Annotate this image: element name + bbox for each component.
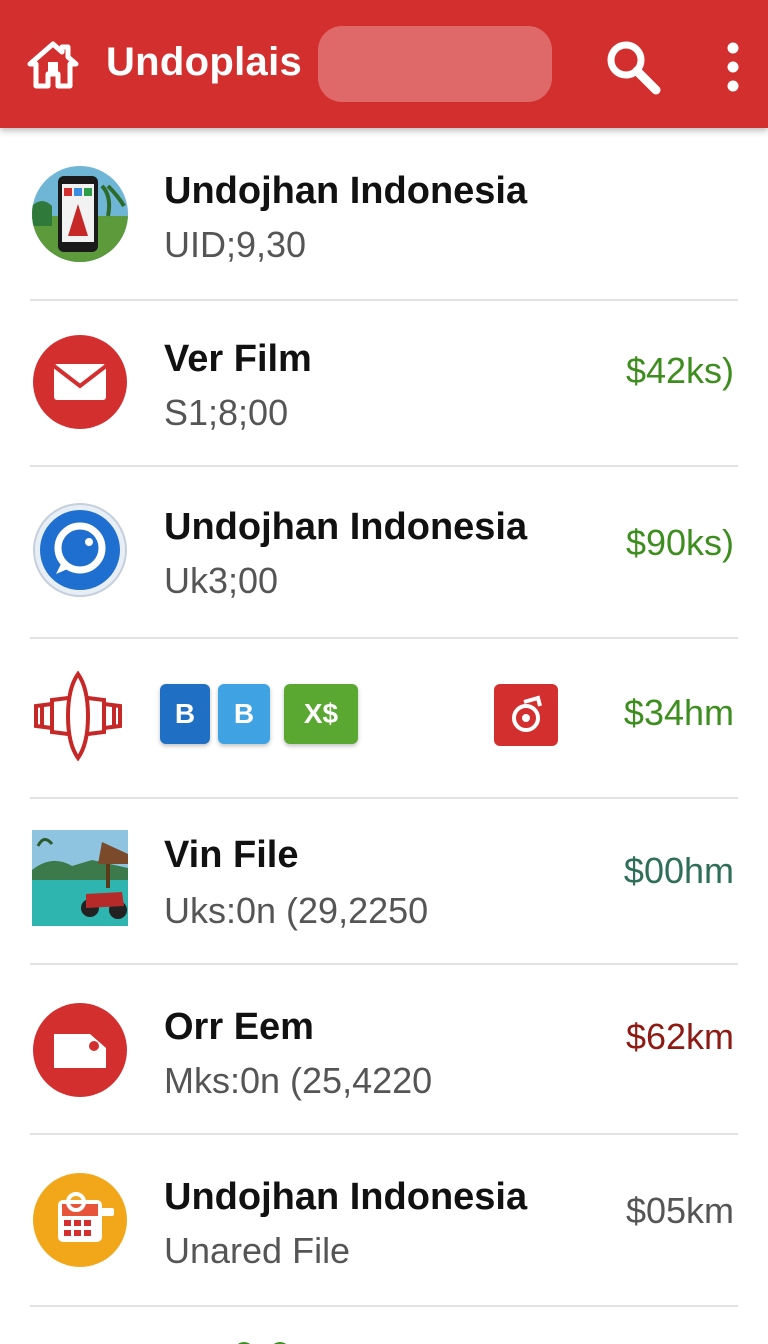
search-field[interactable] <box>318 26 552 102</box>
chip-xs[interactable]: X$ <box>284 684 358 744</box>
app-bar: Undoplais <box>0 0 768 128</box>
item-title: Ver Film <box>164 338 312 380</box>
list-item[interactable]: Undojhan Indonesia Uk3;00 $90ks) <box>0 466 768 638</box>
calendar-icon <box>33 1173 127 1267</box>
share-icon[interactable] <box>494 684 558 746</box>
item-title: Undojhan Indonesia <box>164 170 528 212</box>
mail-icon <box>33 335 127 429</box>
search-icon[interactable] <box>604 38 662 96</box>
item-subtitle: Uks:0n (29,2250 <box>164 890 429 931</box>
list-item[interactable]: Undojhan Indonesia UID;9,30 <box>0 128 768 300</box>
phone-photo-icon <box>32 166 128 262</box>
item-title: Orr Eem <box>164 1006 314 1048</box>
beach-photo-icon <box>32 830 128 926</box>
ribbon-icon <box>34 670 122 762</box>
partial-icon <box>238 1342 286 1344</box>
tag-icon <box>33 1003 127 1097</box>
item-subtitle: S1;8;00 <box>164 392 289 433</box>
list-item[interactable]: Vin File Uks:0n (29,2250 $00hm <box>0 798 768 964</box>
item-subtitle: UID;9,30 <box>164 224 307 265</box>
list-item[interactable]: Orr Eem Mks:0n (25,4220 $62km <box>0 964 768 1134</box>
item-amount: $62km <box>625 1016 734 1057</box>
list-item[interactable]: B B X$ $34hm <box>0 638 768 798</box>
chat-bubble-icon <box>33 503 127 597</box>
list-item[interactable]: Undojhan Indonesia Unared File $05km <box>0 1134 768 1306</box>
home-icon[interactable] <box>26 38 80 92</box>
list-item[interactable]: Ver Film S1;8;00 $42ks) <box>0 300 768 466</box>
item-subtitle: Unared File <box>164 1230 351 1271</box>
item-subtitle: Uk3;00 <box>164 560 279 601</box>
item-amount: $42ks) <box>625 350 734 391</box>
item-title: Undojhan Indonesia <box>164 1176 528 1218</box>
item-title: Vin File <box>164 834 299 876</box>
item-amount: $34hm <box>623 692 734 733</box>
more-vert-icon[interactable] <box>718 40 748 94</box>
app-title: Undoplais <box>106 40 303 84</box>
item-title: Undojhan Indonesia <box>164 506 528 548</box>
chip-b[interactable]: B <box>160 684 210 744</box>
item-subtitle: Mks:0n (25,4220 <box>164 1060 433 1101</box>
item-amount: $05km <box>625 1190 734 1231</box>
chip-b-light[interactable]: B <box>218 684 270 744</box>
item-amount: $90ks) <box>625 522 734 563</box>
list-item-partial[interactable] <box>0 1306 768 1344</box>
item-amount: $00hm <box>623 850 734 891</box>
